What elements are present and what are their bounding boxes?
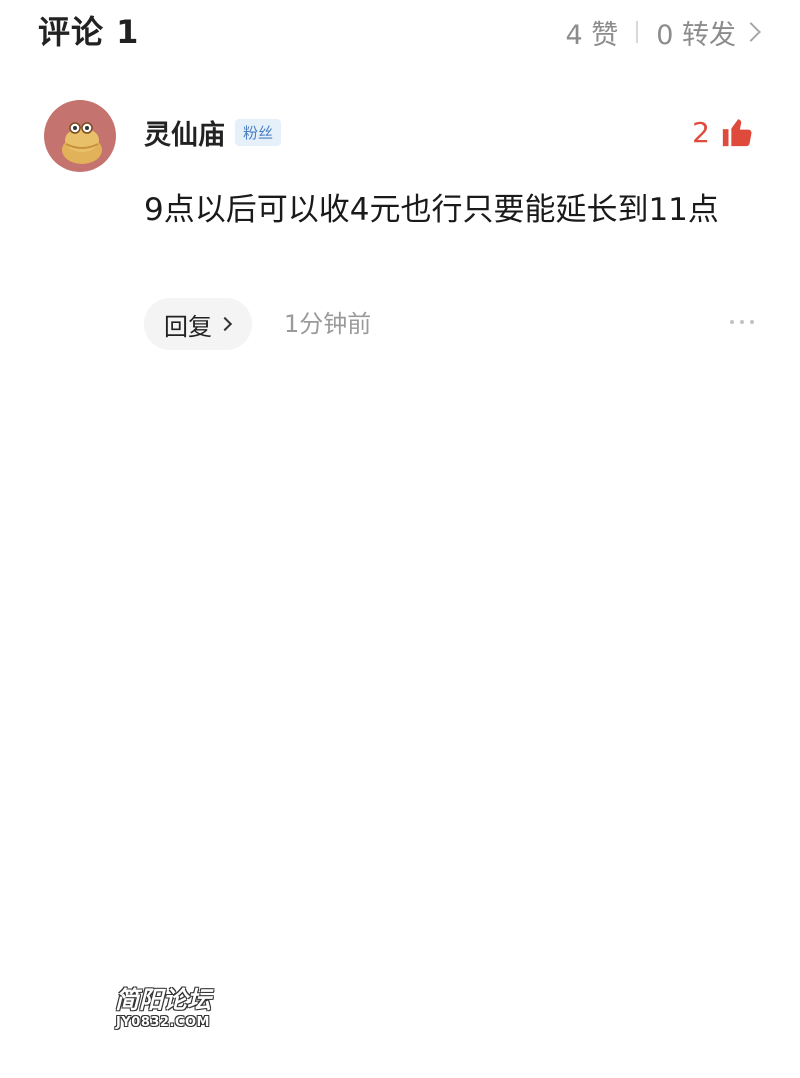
avatar[interactable] <box>44 100 116 172</box>
watermark-logo: 简阳论坛 <box>115 986 211 1014</box>
thumbs-up-icon[interactable] <box>720 115 754 149</box>
comments-header: 评论 1 4 赞 0 转发 <box>38 10 762 54</box>
avatar-image <box>62 122 102 164</box>
comments-title: 评论 1 <box>38 13 140 51</box>
chevron-right-icon <box>217 316 233 332</box>
chevron-right-icon[interactable] <box>741 22 761 42</box>
author-row: 灵仙庙 粉丝 <box>144 112 282 152</box>
stats-divider <box>636 21 639 43</box>
post-stats[interactable]: 4 赞 0 转发 <box>565 10 762 54</box>
fan-badge: 粉丝 <box>235 118 282 146</box>
more-dots-icon[interactable] <box>730 320 754 324</box>
like-count: 2 <box>692 115 710 149</box>
reply-button[interactable]: 回复 <box>144 298 252 350</box>
watermark-url: JY0832.COM <box>116 1015 210 1030</box>
comment-actions: 回复 1分钟前 <box>144 298 754 350</box>
likes-count[interactable]: 4 赞 <box>565 13 618 52</box>
comment-timestamp: 1分钟前 <box>284 310 372 338</box>
comment-like[interactable]: 2 <box>692 112 754 152</box>
comment-text: 9点以后可以收4元也行只要能延长到11点 <box>144 192 719 228</box>
author-name[interactable]: 灵仙庙 <box>144 113 225 152</box>
shares-count[interactable]: 0 转发 <box>656 13 736 52</box>
reply-label: 回复 <box>164 312 212 341</box>
watermark: 简阳论坛 JY0832.COM <box>108 980 218 1030</box>
